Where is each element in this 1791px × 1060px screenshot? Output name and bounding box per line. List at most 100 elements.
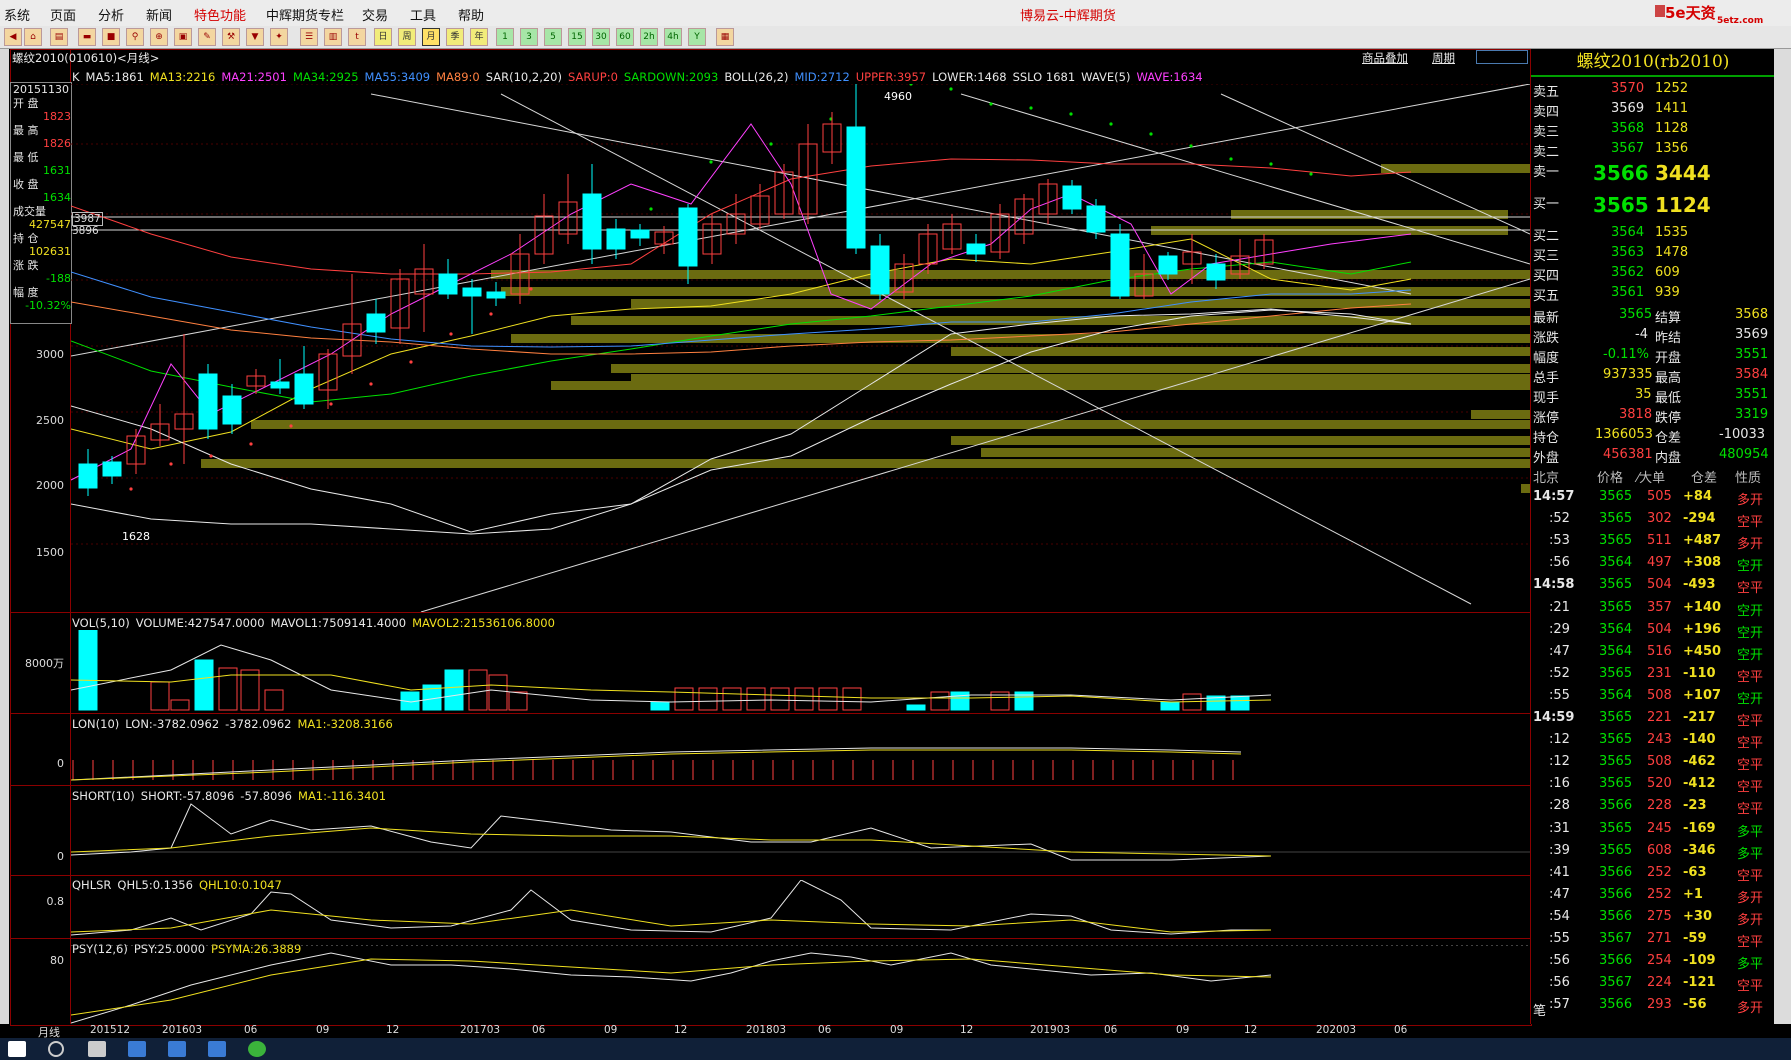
quote-cell: 卖五 — [1533, 85, 1560, 100]
info-box-item: 1634 — [43, 191, 71, 204]
left-tab-strip[interactable] — [0, 49, 9, 1024]
quote-cell: 504 — [1647, 577, 1672, 593]
start-icon[interactable] — [8, 1041, 26, 1057]
quote-cell: +140 — [1683, 599, 1722, 615]
chart-window-controls[interactable] — [1476, 50, 1528, 64]
period-week[interactable]: 周 — [398, 28, 416, 46]
quote-cell: 1128 — [1655, 121, 1689, 136]
qhlsr-chart[interactable] — [71, 880, 1530, 938]
app-window-icon[interactable] — [168, 1041, 186, 1057]
x-axis-tick-label: 12 — [1244, 1024, 1258, 1036]
quote-cell: 3564 — [1599, 643, 1633, 659]
volume-profile-band — [631, 299, 1530, 308]
back-icon[interactable]: ◀ — [4, 28, 22, 46]
quote-cell: 516 — [1647, 643, 1672, 659]
sar-dot — [169, 462, 173, 466]
period-30min[interactable]: 30 — [592, 28, 610, 46]
quote-cell: :56 — [1549, 953, 1570, 969]
sar-dot — [769, 142, 773, 146]
menu-help[interactable]: 帮助 — [458, 5, 484, 24]
divider — [10, 875, 1530, 876]
list-icon[interactable]: ☰ — [300, 28, 318, 46]
title-underline — [1531, 75, 1775, 77]
quote-icon[interactable]: ■ — [102, 28, 120, 46]
candle-body — [198, 373, 218, 430]
psy-chart[interactable] — [71, 945, 1530, 1024]
period-15min[interactable]: 15 — [568, 28, 586, 46]
overlay-link[interactable]: 商品叠加 — [1362, 50, 1408, 66]
task-view-icon[interactable] — [88, 1041, 106, 1057]
search-icon[interactable] — [48, 1041, 64, 1057]
menu-zhonghui-column[interactable]: 中辉期货专栏 — [266, 5, 344, 24]
kline-icon[interactable]: ▥ — [324, 28, 342, 46]
quote-cell: -0.11% — [1603, 347, 1649, 362]
quote-cell: 224 — [1647, 975, 1672, 991]
quote-cell: 空平 — [1737, 581, 1764, 597]
quote-cell: 3566 — [1593, 161, 1649, 185]
candle-body — [678, 207, 698, 267]
quote-cell: 空平 — [1737, 515, 1764, 531]
minimize-icon[interactable] — [1655, 5, 1665, 17]
quote-cell: 608 — [1647, 842, 1672, 858]
new-icon[interactable]: ✦ — [270, 28, 288, 46]
quote-cell: 508 — [1647, 754, 1672, 770]
period-5min[interactable]: 5 — [544, 28, 562, 46]
candlestick-chart[interactable] — [71, 84, 1530, 612]
quote-cell: 多平 — [1737, 824, 1764, 840]
zoom-icon[interactable]: ⊕ — [150, 28, 168, 46]
period-month[interactable]: 月 — [422, 28, 440, 46]
quote-cell: 现手 — [1533, 391, 1560, 406]
quote-cell: :12 — [1549, 754, 1570, 770]
period-custom[interactable]: Y — [688, 28, 706, 46]
app-window-icon[interactable] — [208, 1041, 226, 1057]
home-icon[interactable]: ⌂ — [24, 28, 42, 46]
period-60min[interactable]: 60 — [616, 28, 634, 46]
news-icon[interactable]: ▤ — [50, 28, 68, 46]
menu-page[interactable]: 页面 — [50, 5, 76, 24]
bid-row: 买五 3561 939 — [1531, 283, 1775, 304]
info-box-item: -10.32% — [25, 299, 71, 312]
volume-profile-band — [1521, 484, 1530, 493]
record-icon[interactable]: ▬ — [78, 28, 96, 46]
x-axis-tick-label: 201603 — [162, 1024, 203, 1036]
period-year[interactable]: 年 — [470, 28, 488, 46]
sar-dot — [1189, 144, 1193, 148]
period-1min[interactable]: 1 — [496, 28, 514, 46]
x-axis-tick-label: 202003 — [1316, 1024, 1357, 1036]
quote-cell: 空平 — [1737, 758, 1764, 774]
menu-news[interactable]: 新闻 — [146, 5, 172, 24]
period-4h[interactable]: 4h — [664, 28, 682, 46]
menu-system[interactable]: 系统 — [4, 5, 30, 24]
wechat-icon[interactable] — [248, 1041, 266, 1057]
volume-profile-band — [951, 436, 1530, 445]
scrollbar[interactable] — [1774, 49, 1791, 1024]
calculator-icon[interactable]: ▦ — [716, 28, 734, 46]
quote-cell: 卖三 — [1533, 125, 1560, 140]
app-window-icon[interactable] — [128, 1041, 146, 1057]
short-chart[interactable] — [71, 800, 1530, 875]
quote-cell: 3565 — [1619, 307, 1653, 322]
quote-cell: 456381 — [1603, 447, 1653, 462]
period-3min[interactable]: 3 — [520, 28, 538, 46]
window-icon[interactable]: ▣ — [174, 28, 192, 46]
lon-chart[interactable] — [71, 730, 1530, 785]
menu-special[interactable]: 特色功能 — [194, 5, 246, 24]
quote-cell: -493 — [1683, 577, 1716, 593]
menu-trade[interactable]: 交易 — [362, 5, 388, 24]
draw-icon[interactable]: ✎ — [198, 28, 216, 46]
menu-tools[interactable]: 工具 — [410, 5, 436, 24]
tick-icon[interactable]: t — [348, 28, 366, 46]
psy-line — [71, 952, 1272, 1024]
period-day[interactable]: 日 — [374, 28, 392, 46]
candle-body — [486, 291, 506, 299]
filter-icon[interactable]: ▼ — [246, 28, 264, 46]
period-link[interactable]: 周期 — [1432, 50, 1455, 66]
period-season[interactable]: 季 — [446, 28, 464, 46]
period-2h[interactable]: 2h — [640, 28, 658, 46]
quote-cell: 北京 — [1533, 471, 1560, 486]
quote-cell: 买四 — [1533, 269, 1560, 284]
search-icon[interactable]: ⚲ — [126, 28, 144, 46]
menu-analysis[interactable]: 分析 — [98, 5, 124, 24]
tool-icon[interactable]: ⚒ — [222, 28, 240, 46]
volume-chart[interactable] — [71, 630, 1530, 713]
